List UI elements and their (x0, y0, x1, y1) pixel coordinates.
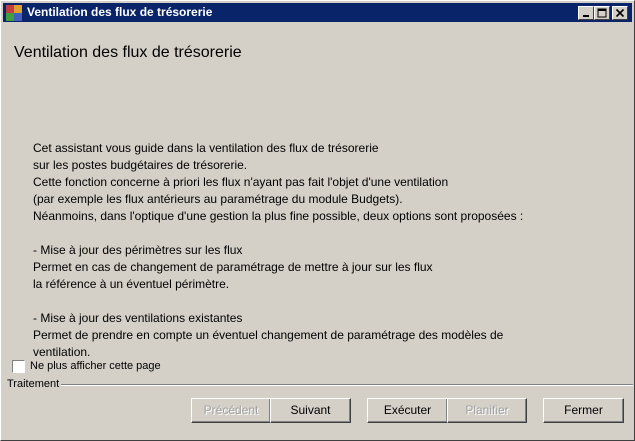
description-line: Cette fonction concerne à priori les flu… (33, 175, 449, 189)
description-line: sur les postes budgétaires de trésorerie… (33, 158, 248, 172)
description-line: Permet de prendre en compte un éventuel … (33, 328, 504, 342)
hide-page-label[interactable]: Ne plus afficher cette page (30, 360, 161, 372)
title-bar[interactable]: Ventilation des flux de trésorerie (3, 3, 632, 22)
description-line: Permet en cas de changement de paramétra… (33, 260, 433, 274)
description-line: la référence à un éventuel périmètre. (33, 277, 230, 291)
group-label: Traitement (7, 378, 62, 390)
app-icon (6, 5, 22, 21)
description-line (33, 293, 523, 310)
minimize-icon (583, 15, 589, 17)
description-line: (par exemple les flux antérieurs au para… (33, 192, 403, 206)
description-line (33, 225, 523, 242)
minimize-button[interactable] (578, 6, 594, 20)
schedule-button[interactable]: Planifier (447, 398, 527, 423)
close-wizard-button[interactable]: Fermer (543, 398, 624, 423)
description-line: - Mise à jour des périmètres sur les flu… (33, 243, 243, 257)
description-line: ventilation. (33, 345, 91, 359)
description-line: Néanmoins, dans l'optique d'une gestion … (33, 209, 524, 223)
next-button[interactable]: Suivant (270, 398, 351, 423)
maximize-button[interactable] (594, 6, 610, 20)
hide-page-checkbox[interactable] (12, 360, 25, 373)
description-line: Cet assistant vous guide dans la ventila… (33, 141, 379, 155)
execute-button[interactable]: Exécuter (367, 398, 448, 423)
description-text: Cet assistant vous guide dans la ventila… (33, 140, 523, 361)
maximize-icon (597, 8, 607, 18)
previous-button[interactable]: Précédent (191, 398, 271, 423)
close-icon (615, 8, 625, 18)
group-separator (61, 384, 633, 386)
page-title: Ventilation des flux de trésorerie (14, 44, 242, 61)
description-line: - Mise à jour des ventilations existante… (33, 311, 243, 325)
wizard-window: Ventilation des flux de trésorerie Venti… (0, 0, 635, 441)
close-button[interactable] (612, 6, 628, 20)
window-title: Ventilation des flux de trésorerie (27, 5, 213, 19)
